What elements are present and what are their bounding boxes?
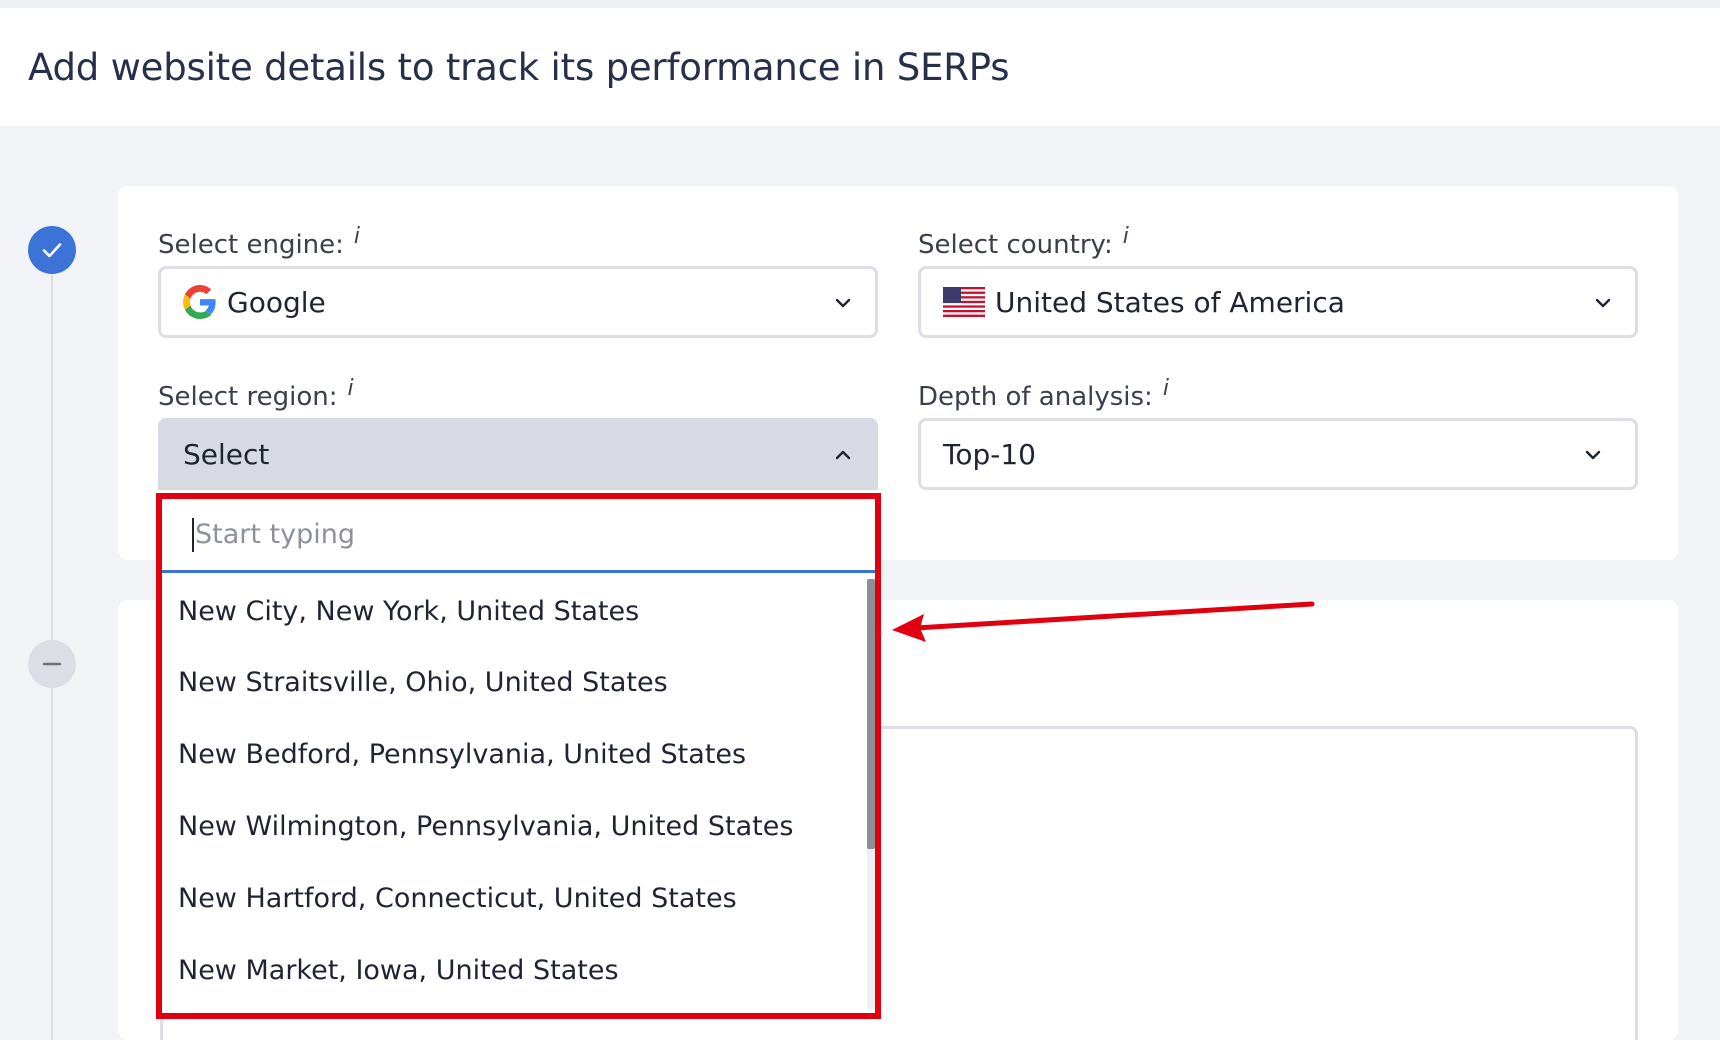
page-title: Add website details to track its perform… <box>28 46 1010 89</box>
country-info-icon[interactable]: i <box>1123 224 1129 249</box>
us-flag-icon <box>943 287 985 317</box>
region-label: Select region: i <box>158 376 354 412</box>
text-caret <box>192 517 194 552</box>
depth-info-icon[interactable]: i <box>1163 376 1169 401</box>
annotation-arrow-icon <box>892 601 1315 642</box>
region-option[interactable]: New City, New York, United States <box>162 576 875 646</box>
region-option[interactable]: New Straitsville, Ohio, United States <box>162 646 875 718</box>
region-dropdown: New City, New York, United States New St… <box>156 493 881 1019</box>
check-icon <box>42 243 62 258</box>
depth-label: Depth of analysis: i <box>918 376 1169 412</box>
country-value: United States of America <box>995 285 1345 319</box>
region-select[interactable]: Select <box>158 418 878 490</box>
region-option[interactable]: New Market, Iowa, United States <box>162 934 875 1006</box>
depth-select[interactable]: Top-10 <box>918 418 1638 490</box>
region-option[interactable]: New Wilmington, Pennsylvania, United Sta… <box>162 790 875 862</box>
region-option[interactable]: New Hartford, Connecticut, United States <box>162 862 875 934</box>
page-header: Add website details to track its perform… <box>0 8 1720 126</box>
step-2-indicator <box>28 640 76 688</box>
depth-value: Top-10 <box>943 437 1036 471</box>
engine-select[interactable]: Google <box>158 266 878 338</box>
country-label: Select country: i <box>918 224 1129 260</box>
chevron-up-icon <box>835 450 851 460</box>
google-g-icon <box>183 285 216 319</box>
top-strip <box>0 0 1720 8</box>
chevron-down-icon <box>1585 450 1601 460</box>
country-select[interactable]: United States of America <box>918 266 1638 338</box>
chevron-down-icon <box>1595 298 1611 308</box>
region-search-field[interactable] <box>162 499 875 573</box>
region-value: Select <box>183 437 270 471</box>
region-options-list: New City, New York, United States New St… <box>162 576 875 1013</box>
region-info-icon[interactable]: i <box>347 376 353 401</box>
region-option[interactable]: New Bedford, Pennsylvania, United States <box>162 718 875 790</box>
region-list-scrollbar[interactable] <box>867 579 875 1009</box>
scrollbar-thumb[interactable] <box>867 579 875 849</box>
minus-icon <box>42 662 62 666</box>
engine-value: Google <box>227 285 326 319</box>
chevron-down-icon <box>835 298 851 308</box>
region-search-input[interactable] <box>195 519 835 550</box>
engine-label: Select engine: i <box>158 224 361 260</box>
engine-info-icon[interactable]: i <box>354 224 360 249</box>
step-1-indicator <box>28 226 76 274</box>
